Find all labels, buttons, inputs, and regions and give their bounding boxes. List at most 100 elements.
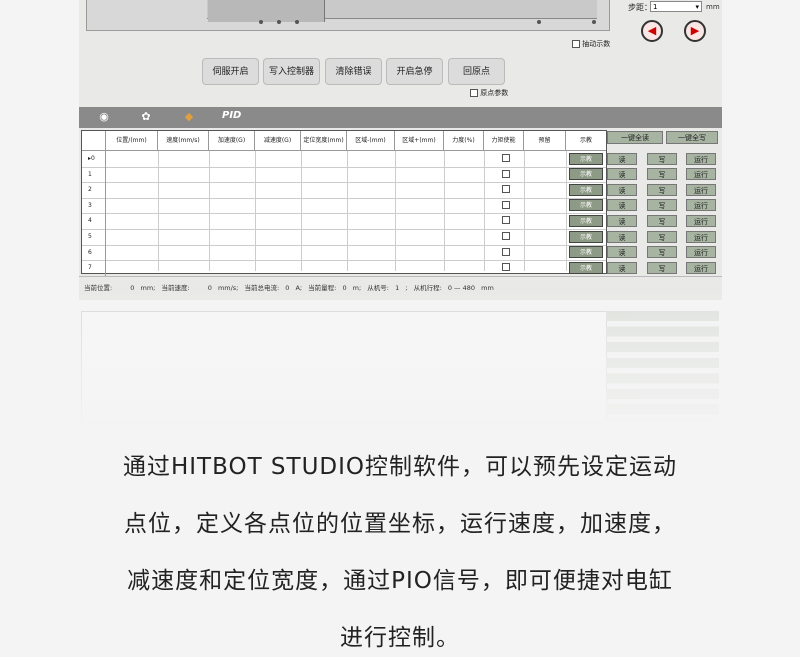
chevron-down-icon: ▾: [695, 3, 699, 11]
read-button[interactable]: 读: [607, 214, 637, 227]
table-row[interactable]: 3 示教: [82, 197, 606, 215]
torque-enable-checkbox[interactable]: [502, 216, 510, 225]
col-header: 位置/(mm): [106, 131, 158, 151]
run-button[interactable]: 运行: [686, 214, 716, 227]
step-select[interactable]: 1 ▾: [650, 1, 702, 12]
teach-button[interactable]: 示教: [569, 168, 603, 181]
estop-button[interactable]: 开启急停: [386, 58, 443, 85]
run-button[interactable]: 运行: [686, 183, 716, 196]
teach-button[interactable]: 示教: [569, 230, 603, 243]
run-button[interactable]: 运行: [686, 230, 716, 243]
write-button[interactable]: 写: [647, 246, 677, 259]
table-row[interactable]: 7 示教: [82, 260, 606, 277]
table-row[interactable]: 2 示教: [82, 182, 606, 199]
rail-dot: [295, 20, 299, 24]
origin-param-checkbox[interactable]: [470, 89, 478, 97]
col-header: 区域+(mm): [395, 131, 444, 151]
rail-slider[interactable]: [208, 0, 325, 22]
write-button[interactable]: 写: [647, 168, 677, 181]
current-unit: A;: [295, 284, 303, 292]
col-header: 减速度(G): [255, 131, 301, 151]
reflection-buttons: [606, 311, 719, 421]
caption-line-4: 进行控制。: [340, 625, 460, 651]
gears-icon[interactable]: ✿: [139, 110, 153, 124]
right-arrow-icon: ▶: [690, 24, 700, 37]
current-value: 0: [285, 284, 290, 292]
torque-enable-checkbox[interactable]: [502, 154, 510, 162]
torque-enable-checkbox[interactable]: [502, 169, 510, 178]
table-row[interactable]: 1 示教: [82, 166, 606, 184]
rail-dot: [537, 20, 541, 24]
teach-button[interactable]: 示教: [569, 152, 603, 165]
write-button[interactable]: 写: [647, 199, 677, 212]
read-button[interactable]: 读: [607, 261, 637, 274]
row-number: 2: [82, 182, 106, 198]
jog-right-button[interactable]: ▶: [684, 20, 706, 42]
table-row[interactable]: 4 示教: [82, 213, 606, 230]
teach-button[interactable]: 示教: [569, 183, 603, 196]
auto-teach-label: 抽动示数: [582, 40, 611, 48]
clear-error-button[interactable]: 清除错误: [325, 58, 382, 85]
range-unit: m;: [352, 284, 362, 292]
caption-line-2: 点位，定义各点位的位置坐标，运行速度，加速度，: [124, 511, 676, 537]
jog-left-button[interactable]: ◀: [641, 20, 663, 42]
table-row[interactable]: ▸0 示教: [82, 151, 606, 168]
torque-enable-checkbox[interactable]: [502, 200, 510, 209]
current-label: 当前总电流:: [244, 284, 280, 292]
write-button[interactable]: 写: [647, 261, 677, 274]
record-icon[interactable]: ◉: [97, 110, 111, 124]
write-all-button[interactable]: 一键全写: [666, 131, 718, 144]
col-header: 预留: [524, 131, 566, 151]
read-all-button[interactable]: 一键全读: [607, 131, 663, 144]
step-label: 步距：: [628, 3, 652, 12]
servo-on-button[interactable]: 伺服开启: [202, 58, 259, 85]
home-button[interactable]: 回原点: [448, 58, 505, 85]
write-button[interactable]: 写: [647, 183, 677, 196]
torque-enable-checkbox[interactable]: [502, 232, 510, 240]
origin-param-label: 原点参数: [480, 89, 509, 97]
read-button[interactable]: 读: [607, 168, 637, 181]
reflection-grid: [81, 311, 607, 423]
divider: [79, 276, 722, 277]
read-button[interactable]: 读: [607, 230, 637, 243]
read-button[interactable]: 读: [607, 183, 637, 196]
run-button[interactable]: 运行: [686, 168, 716, 181]
teach-button[interactable]: 示教: [569, 261, 603, 274]
read-button[interactable]: 读: [607, 152, 637, 165]
torque-enable-checkbox[interactable]: [502, 247, 510, 256]
torque-enable-checkbox[interactable]: [502, 185, 510, 194]
run-button[interactable]: 运行: [686, 199, 716, 212]
write-button[interactable]: 写: [647, 214, 677, 227]
table-reflection: [79, 295, 722, 425]
read-button[interactable]: 读: [607, 246, 637, 259]
status-bar: 当前位置: 0 mm; 当前速度: 0 mm/s; 当前总电流: 0 A; 当前…: [84, 282, 498, 292]
write-controller-button[interactable]: 写入控制器: [263, 58, 320, 85]
origin-param-option[interactable]: 原点参数: [470, 88, 508, 98]
run-button[interactable]: 运行: [686, 246, 716, 259]
col-header: 力矩使能: [484, 131, 524, 151]
auto-teach-checkbox[interactable]: [572, 40, 580, 48]
run-button[interactable]: 运行: [686, 152, 716, 165]
rail-dot: [259, 20, 263, 24]
table-row[interactable]: 5 示教: [82, 229, 606, 246]
teach-button[interactable]: 示教: [569, 199, 603, 212]
col-header: 示教: [566, 131, 606, 151]
python-icon[interactable]: ◆: [182, 110, 196, 124]
teach-button[interactable]: 示教: [569, 214, 603, 227]
pos-unit: mm;: [140, 284, 156, 292]
write-button[interactable]: 写: [647, 152, 677, 165]
read-button[interactable]: 读: [607, 199, 637, 212]
row-number: ▸0: [82, 151, 106, 167]
torque-enable-checkbox[interactable]: [502, 263, 510, 272]
caption-line-1: 通过HITBOT STUDIO控制软件，可以预先设定运动: [122, 454, 678, 480]
auto-teach-option[interactable]: 抽动示数: [572, 39, 610, 49]
row-number: 6: [82, 244, 106, 261]
actuator-rail: [86, 0, 610, 31]
pid-tab[interactable]: PID: [222, 110, 241, 121]
stroke-unit: mm: [481, 284, 494, 292]
write-button[interactable]: 写: [647, 230, 677, 243]
teach-button[interactable]: 示教: [569, 246, 603, 259]
run-button[interactable]: 运行: [686, 261, 716, 274]
table-row[interactable]: 6 示教: [82, 244, 606, 262]
slave-unit: ;: [405, 284, 408, 292]
